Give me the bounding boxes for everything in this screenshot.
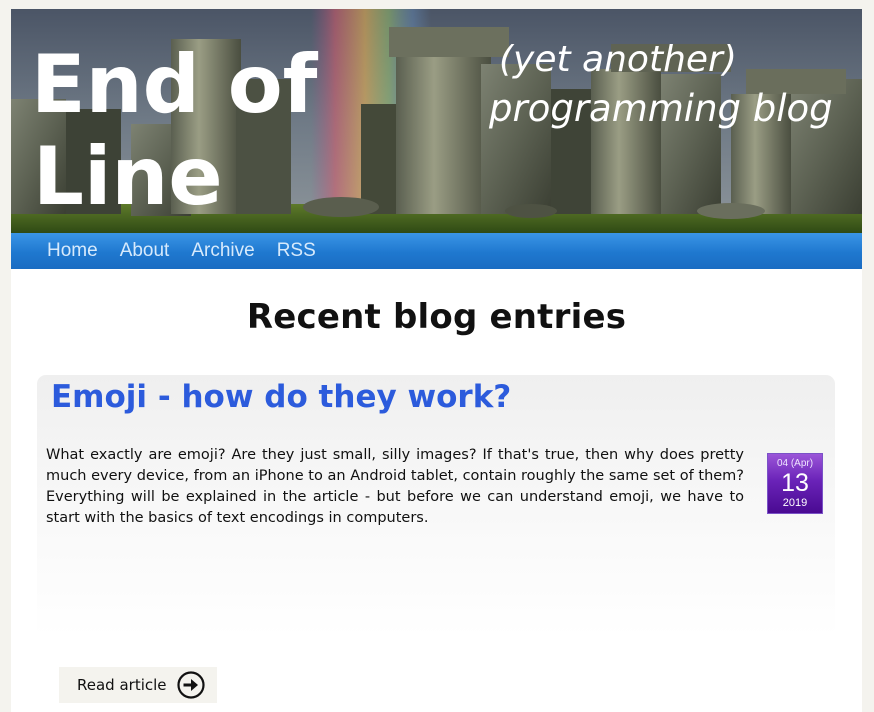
nav-item-archive[interactable]: Archive [191, 240, 254, 262]
logo-tagline-line1: (yet another) [499, 39, 737, 80]
blog-entry: Emoji - how do they work? What exactly a… [37, 375, 835, 637]
nav-item-home[interactable]: Home [47, 240, 98, 262]
header-banner[interactable]: End of Line (yet another) programming bl… [11, 9, 862, 233]
read-article-button[interactable]: Read article [59, 667, 217, 703]
nav-item-about[interactable]: About [120, 240, 170, 262]
date-badge: 04 (Apr) 13 2019 [767, 453, 823, 514]
page-heading: Recent blog entries [246, 297, 627, 337]
nav-item-rss[interactable]: RSS [277, 240, 316, 262]
page: End of Line (yet another) programming bl… [11, 9, 862, 712]
arrow-right-circle-icon [177, 671, 205, 699]
logo-tagline-line2: programming blog [488, 87, 833, 130]
date-year: 2019 [782, 497, 808, 509]
logo-title-line2: Line [33, 130, 223, 223]
logo-title-line1: End of [31, 38, 319, 131]
read-article-label: Read article [77, 676, 167, 694]
stonehenge-banner-image: End of Line (yet another) programming bl… [11, 9, 862, 233]
entry-title-link[interactable]: Emoji - how do they work? [51, 379, 511, 415]
main-nav: Home About Archive RSS [11, 233, 862, 269]
date-day: 13 [781, 469, 809, 497]
date-month: 04 (Apr) [776, 458, 814, 469]
entry-excerpt: What exactly are emoji? Are they just sm… [46, 447, 744, 526]
